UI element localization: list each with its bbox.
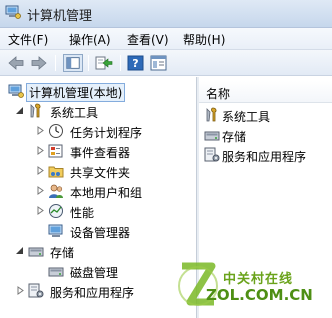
menu-action[interactable]: 操作(A) — [69, 31, 111, 48]
window-title: 计算机管理 — [27, 9, 93, 24]
list-item-system-tools[interactable]: 系统工具 — [199, 105, 332, 125]
back-arrow-icon[interactable] — [6, 54, 26, 72]
expand-arrow-icon[interactable] — [36, 206, 45, 215]
toolbar: ? — [0, 50, 332, 76]
zol-watermark: 中关村在线 ZOL.COM.CN — [176, 260, 326, 316]
list-item-label: 服务和应用程序 — [222, 150, 307, 164]
toolbar-separator — [55, 55, 56, 71]
tree-item-computer-management[interactable]: 计算机管理(本地) — [0, 81, 196, 102]
menu-view[interactable]: 查看(V) — [127, 31, 169, 48]
tree-item-label: 计算机管理(本地) — [25, 83, 126, 102]
tree-item-device-manager[interactable]: 设备管理器 — [0, 221, 196, 241]
svg-text:?: ? — [132, 57, 138, 70]
tree-item-label: 共享文件夹 — [70, 166, 131, 180]
tree-item-shared-folders[interactable]: 共享文件夹 — [0, 161, 196, 181]
toolbar-separator — [120, 55, 121, 71]
show-hide-tree-icon[interactable] — [63, 54, 83, 72]
tree-item-performance[interactable]: 性能 — [0, 201, 196, 221]
tree-item-label: 服务和应用程序 — [50, 286, 135, 300]
expand-arrow-icon[interactable] — [36, 186, 45, 195]
computer-management-icon — [5, 5, 21, 19]
tree-item-disk-management[interactable]: 磁盘管理 — [0, 261, 196, 281]
list-item-label: 系统工具 — [222, 110, 271, 124]
expand-arrow-icon[interactable] — [36, 126, 45, 135]
performance-icon — [49, 204, 63, 218]
help-icon[interactable]: ? — [126, 54, 146, 72]
system-tools-icon — [30, 103, 41, 118]
column-header-label: 名称 — [206, 87, 231, 101]
properties-icon[interactable] — [149, 54, 169, 72]
tree-item-services-applications[interactable]: 服务和应用程序 — [0, 281, 196, 301]
collapse-arrow-icon[interactable] — [15, 246, 24, 255]
export-list-icon[interactable] — [94, 54, 114, 72]
navigation-tree: 计算机管理(本地) 系统工具 任务计划程序 事件查看器 共享文件夹 本地用户和组… — [0, 77, 197, 318]
list-item-services-applications[interactable]: 服务和应用程序 — [199, 145, 332, 165]
services-applications-icon — [28, 283, 44, 298]
services-applications-icon — [204, 147, 220, 162]
forward-arrow-icon[interactable] — [29, 54, 49, 72]
task-scheduler-icon — [49, 124, 63, 138]
storage-icon — [28, 247, 44, 257]
menu-bar: 文件(F) 操作(A) 查看(V) 帮助(H) — [0, 28, 332, 50]
computer-management-window: 计算机管理 文件(F) 操作(A) 查看(V) 帮助(H) ? 计算机管理(本地… — [0, 0, 332, 318]
menu-help[interactable]: 帮助(H) — [183, 31, 225, 48]
tree-item-label: 任务计划程序 — [70, 126, 143, 140]
tree-item-label: 事件查看器 — [70, 146, 131, 160]
toolbar-separator — [88, 55, 89, 71]
watermark-chinese-text: 中关村在线 — [223, 272, 294, 287]
title-bar[interactable]: 计算机管理 — [0, 0, 332, 28]
storage-icon — [204, 131, 220, 141]
local-users-icon — [49, 184, 63, 198]
tree-item-storage[interactable]: 存储 — [0, 241, 196, 261]
expand-arrow-icon[interactable] — [36, 166, 45, 175]
disk-management-icon — [48, 267, 64, 277]
tree-item-label: 系统工具 — [50, 106, 99, 120]
collapse-arrow-icon[interactable] — [15, 106, 24, 115]
tree-item-event-viewer[interactable]: 事件查看器 — [0, 141, 196, 161]
list-item-label: 存储 — [222, 130, 247, 144]
tree-item-label: 磁盘管理 — [70, 266, 119, 280]
column-header-name[interactable]: 名称 — [199, 81, 332, 103]
list-item-storage[interactable]: 存储 — [199, 125, 332, 145]
tree-item-label: 本地用户和组 — [70, 186, 143, 200]
device-manager-icon — [48, 224, 63, 237]
shared-folder-icon — [48, 166, 64, 178]
tree-item-label: 设备管理器 — [70, 226, 131, 240]
tree-item-local-users-groups[interactable]: 本地用户和组 — [0, 181, 196, 201]
computer-management-icon — [8, 84, 24, 98]
menu-file[interactable]: 文件(F) — [8, 31, 48, 48]
tree-item-label: 性能 — [70, 206, 95, 220]
event-viewer-icon — [48, 144, 63, 158]
system-tools-icon — [206, 107, 217, 122]
tree-item-task-scheduler[interactable]: 任务计划程序 — [0, 121, 196, 141]
expand-arrow-icon[interactable] — [36, 146, 45, 155]
tree-item-label: 存储 — [50, 246, 75, 260]
tree-item-system-tools[interactable]: 系统工具 — [0, 101, 196, 121]
watermark-english-text: ZOL.COM.CN — [206, 286, 313, 304]
expand-arrow-icon[interactable] — [16, 286, 25, 295]
